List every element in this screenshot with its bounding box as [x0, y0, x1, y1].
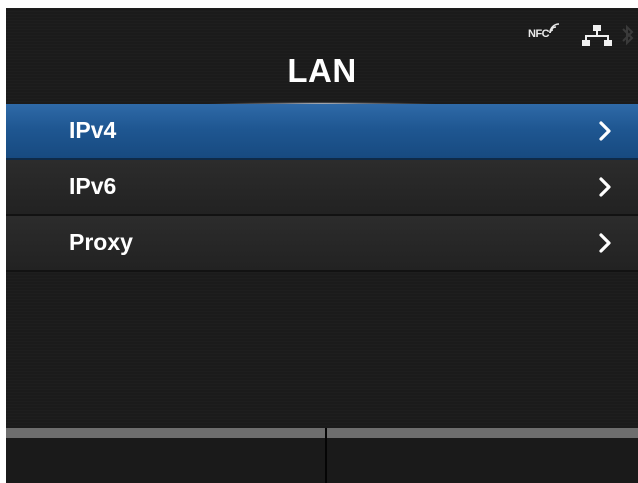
- menu-item-label: IPv6: [69, 173, 117, 199]
- status-bar: NFC: [528, 22, 638, 50]
- left-softkey[interactable]: [6, 428, 325, 483]
- bluetooth-icon: [622, 24, 634, 46]
- menu-list: IPv4 IPv6 Proxy: [6, 104, 638, 272]
- softkey-bar: [6, 428, 638, 483]
- printer-screen: NFC LAN IPv4 IPv6 Proxy: [6, 8, 638, 483]
- right-softkey[interactable]: [327, 428, 638, 483]
- chevron-right-icon: [599, 177, 611, 197]
- menu-item-label: IPv4: [69, 117, 117, 143]
- menu-item-ipv4[interactable]: IPv4: [6, 104, 638, 160]
- menu-item-proxy[interactable]: Proxy: [6, 216, 638, 272]
- nfc-icon: [549, 23, 560, 34]
- menu-item-label: Proxy: [69, 229, 133, 255]
- chevron-right-icon: [599, 121, 611, 141]
- page-title: LAN: [287, 52, 357, 89]
- chevron-right-icon: [599, 233, 611, 253]
- menu-item-ipv6[interactable]: IPv6: [6, 160, 638, 216]
- lan-icon: [582, 25, 612, 46]
- nfc-label: NFC: [528, 28, 550, 40]
